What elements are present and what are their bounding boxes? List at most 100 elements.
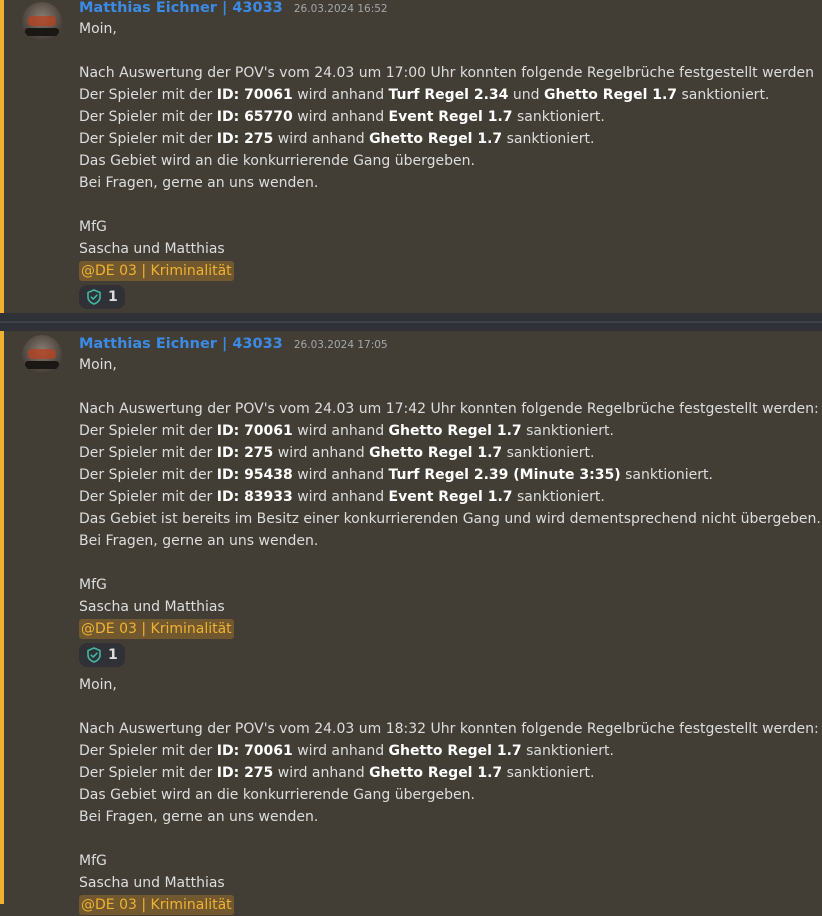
- message-text: wird anhand: [292, 743, 389, 759]
- message-line: MfG: [79, 850, 819, 872]
- message-text: Bei Fragen, gerne an uns wenden.: [79, 809, 319, 825]
- message-text: Das Gebiet wird an die konkurrierende Ga…: [79, 787, 475, 803]
- message-line: Sascha und Matthias: [79, 238, 819, 260]
- message-line: Bei Fragen, gerne an uns wenden.: [79, 530, 819, 552]
- bold-text: Ghetto Regel 1.7: [369, 445, 503, 461]
- message-text: sanktioniert.: [502, 765, 595, 781]
- message-line: Der Spieler mit der ID: 275 wird anhand …: [79, 442, 819, 464]
- message-text: wird anhand: [292, 87, 389, 103]
- message-line: Bei Fragen, gerne an uns wenden.: [79, 172, 819, 194]
- role-mention[interactable]: @DE 03 | Kriminalität: [79, 619, 234, 639]
- message-line: Das Gebiet wird an die konkurrierende Ga…: [79, 150, 819, 172]
- bold-text: ID: 70061: [216, 87, 293, 103]
- message-text: sanktioniert.: [512, 109, 605, 125]
- message-text: Der Spieler mit der: [79, 87, 217, 103]
- message-text: sanktioniert.: [512, 489, 605, 505]
- message-text: Sascha und Matthias: [79, 599, 225, 615]
- bold-text: Ghetto Regel 1.7: [388, 743, 522, 759]
- message-text: wird anhand: [273, 445, 370, 461]
- message-body: Moin, Nach Auswertung der POV's vom 24.03…: [79, 18, 819, 312]
- message-text: sanktioniert.: [502, 445, 595, 461]
- author-name[interactable]: Matthias Eichner | 43033: [79, 0, 283, 16]
- message-header: Matthias Eichner | 43033 26.03.2024 16:5…: [79, 0, 388, 17]
- bold-text: Ghetto Regel 1.7: [369, 765, 503, 781]
- reaction-button[interactable]: 1: [79, 643, 125, 667]
- message-text: sanktioniert.: [502, 131, 595, 147]
- bold-text: Turf Regel 2.39 (Minute 3:35): [388, 467, 621, 483]
- message-body: Moin, Nach Auswertung der POV's vom 24.03…: [79, 354, 821, 670]
- message-line: Der Spieler mit der ID: 70061 wird anhan…: [79, 84, 819, 106]
- bold-text: ID: 83933: [216, 489, 293, 505]
- message-text: sanktioniert.: [677, 87, 770, 103]
- role-mention[interactable]: @DE 03 | Kriminalität: [79, 261, 234, 281]
- message-line: Der Spieler mit der ID: 95438 wird anhan…: [79, 464, 819, 486]
- message-text: Der Spieler mit der: [79, 423, 217, 439]
- bold-text: ID: 70061: [216, 743, 293, 759]
- message-line: Sascha und Matthias: [79, 872, 819, 894]
- message-line: Moin,: [79, 18, 819, 40]
- bold-text: Ghetto Regel 1.7: [543, 87, 678, 103]
- message-text: wird anhand: [292, 467, 389, 483]
- message-line: MfG: [79, 574, 819, 596]
- shield-check-icon: [87, 289, 101, 305]
- message-text: Moin,: [79, 357, 117, 373]
- message-timestamp: 26.03.2024 17:05: [293, 339, 388, 351]
- message-text: Der Spieler mit der: [79, 467, 217, 483]
- message-line: Nach Auswertung der POV's vom 24.03 um 1…: [79, 398, 819, 420]
- reaction-count: 1: [108, 289, 118, 305]
- message-text: Der Spieler mit der: [79, 765, 217, 781]
- message-line: Moin,: [79, 354, 819, 376]
- message-line: MfG: [79, 216, 819, 238]
- mention-line: @DE 03 | Kriminalität: [79, 260, 819, 282]
- message-text: Das Gebiet wird an die konkurrierende Ga…: [79, 153, 475, 169]
- bold-text: Ghetto Regel 1.7: [388, 423, 522, 439]
- role-mention[interactable]: @DE 03 | Kriminalität: [79, 895, 234, 915]
- message-line: Der Spieler mit der ID: 70061 wird anhan…: [79, 740, 819, 762]
- message-line: Das Gebiet ist bereits im Besitz einer k…: [79, 508, 821, 530]
- message-timestamp: 26.03.2024 16:52: [293, 3, 388, 15]
- message-text: Der Spieler mit der: [79, 445, 217, 461]
- message-line: Moin,: [79, 674, 819, 696]
- message-body-continuation: Moin, Nach Auswertung der POV's vom 24.03…: [79, 674, 819, 916]
- message-text: wird anhand: [292, 489, 389, 505]
- message-text: Der Spieler mit der: [79, 131, 217, 147]
- message-text: Nach Auswertung der POV's vom 24.03 um 1…: [79, 65, 815, 81]
- message-text: MfG: [79, 219, 107, 235]
- message-text: sanktioniert.: [521, 423, 614, 439]
- message-text: Der Spieler mit der: [79, 743, 217, 759]
- reaction-button[interactable]: 1: [79, 285, 125, 309]
- bold-text: ID: 95438: [216, 467, 293, 483]
- bold-text: ID: 275: [216, 131, 274, 147]
- message-line: Der Spieler mit der ID: 83933 wird anhan…: [79, 486, 819, 508]
- message-text: Nach Auswertung der POV's vom 24.03 um 1…: [79, 721, 819, 737]
- message-text: Bei Fragen, gerne an uns wenden.: [79, 175, 319, 191]
- message-text: Bei Fragen, gerne an uns wenden.: [79, 533, 319, 549]
- message-divider: [0, 313, 822, 331]
- message-group: Matthias Eichner | 43033 26.03.2024 16:5…: [0, 0, 822, 313]
- message-text: und: [508, 87, 544, 103]
- message-text: wird anhand: [292, 423, 389, 439]
- message-line: Der Spieler mit der ID: 70061 wird anhan…: [79, 420, 819, 442]
- bold-text: Event Regel 1.7: [388, 109, 513, 125]
- message-header: Matthias Eichner | 43033 26.03.2024 17:0…: [79, 333, 388, 353]
- message-text: Sascha und Matthias: [79, 241, 225, 257]
- message-text: MfG: [79, 577, 107, 593]
- message-line: Der Spieler mit der ID: 65770 wird anhan…: [79, 106, 819, 128]
- bold-text: ID: 65770: [216, 109, 293, 125]
- avatar[interactable]: [22, 2, 62, 42]
- bold-text: Ghetto Regel 1.7: [369, 131, 503, 147]
- message-text: wird anhand: [273, 131, 370, 147]
- reaction-count: 1: [108, 647, 118, 663]
- author-name[interactable]: Matthias Eichner | 43033: [79, 336, 283, 352]
- message-text: Der Spieler mit der: [79, 489, 217, 505]
- message-group: Matthias Eichner | 43033 26.03.2024 17:0…: [0, 331, 822, 915]
- avatar[interactable]: [22, 335, 62, 375]
- mention-line: @DE 03 | Kriminalität: [79, 618, 819, 640]
- message-text: MfG: [79, 853, 107, 869]
